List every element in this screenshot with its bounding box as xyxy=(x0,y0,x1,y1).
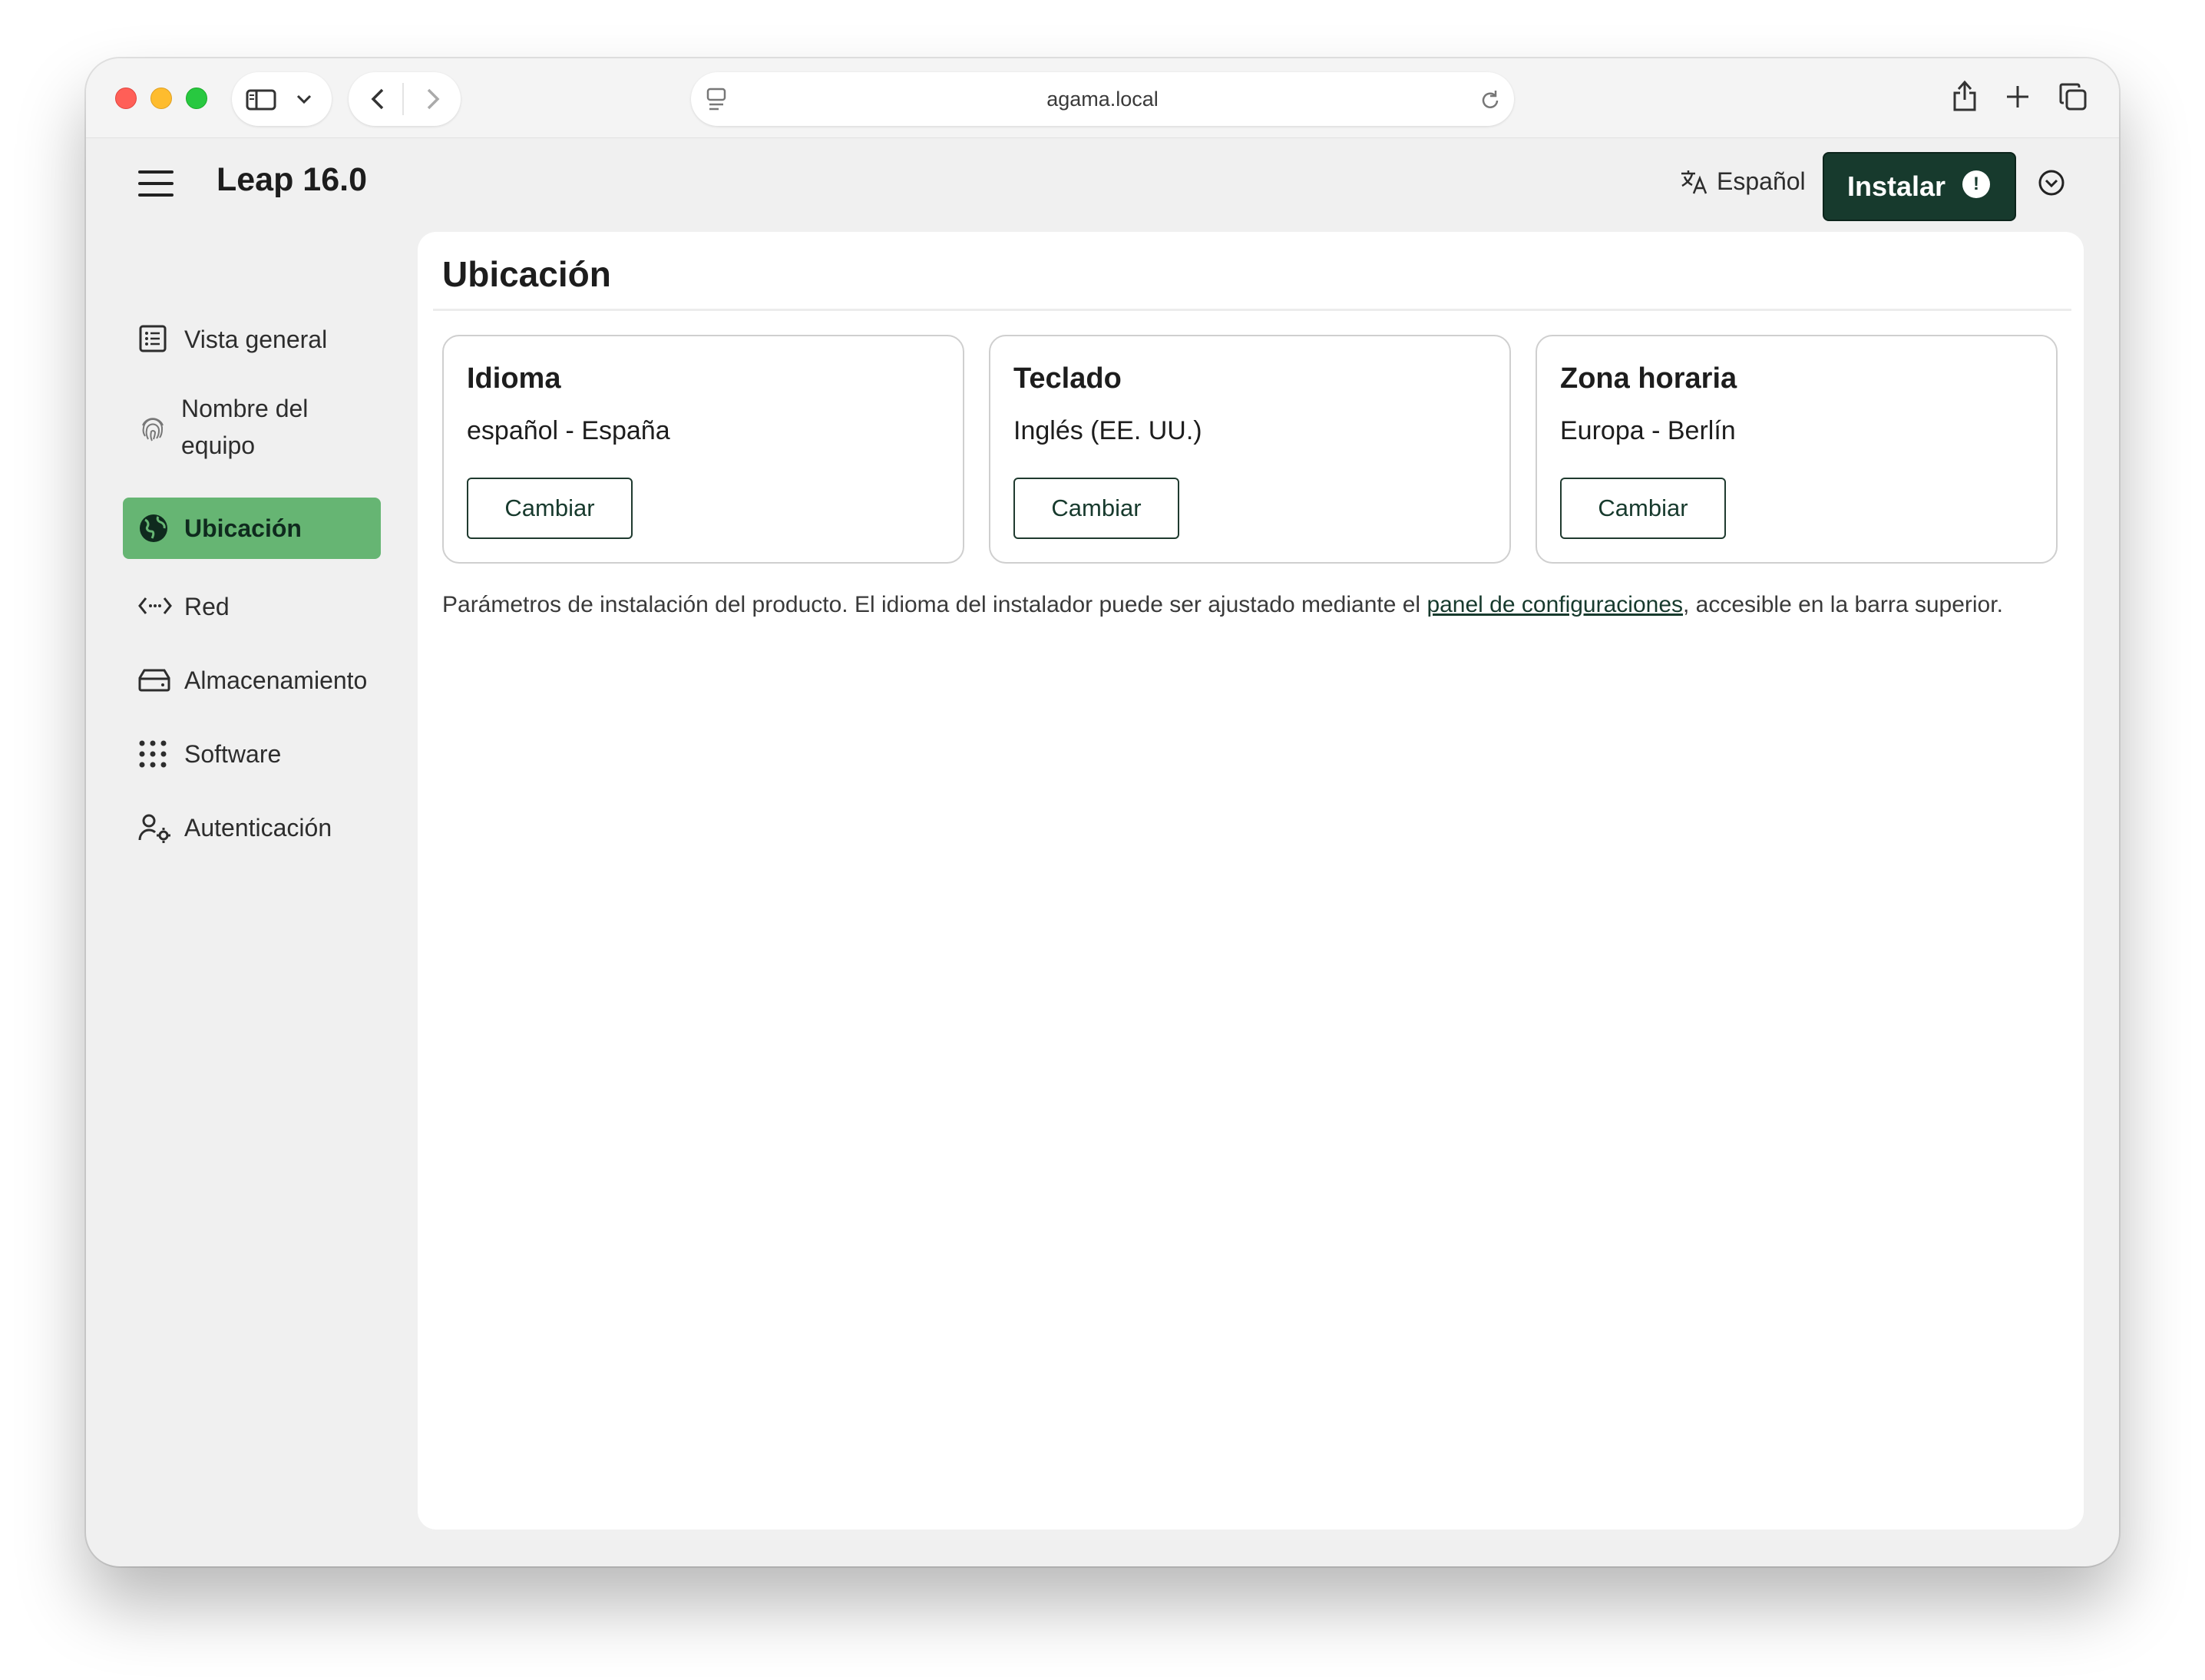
sidebar-item-storage[interactable]: Almacenamiento xyxy=(123,660,381,700)
card-value: español - España xyxy=(467,416,670,445)
apps-grid-icon xyxy=(138,739,167,769)
sidebar-item-label[interactable]: Almacenamiento xyxy=(184,662,367,699)
language-card: Idioma español - España Cambiar xyxy=(442,335,964,564)
change-timezone-button[interactable]: Cambiar xyxy=(1560,478,1726,539)
tab-overview-icon[interactable] xyxy=(2059,83,2087,111)
sidebar-item-software[interactable]: Software xyxy=(123,734,381,774)
zoom-window-button[interactable] xyxy=(186,88,207,109)
install-label[interactable]: Instalar xyxy=(1847,170,1945,203)
page-title: Ubicación xyxy=(442,254,611,294)
sidebar-item-label[interactable]: Software xyxy=(184,736,281,772)
nav-divider xyxy=(402,83,404,115)
warning-badge-icon: ! xyxy=(1962,170,1990,198)
installer-language-button[interactable]: Español xyxy=(1680,167,1806,196)
card-title: Zona horaria xyxy=(1560,362,1737,395)
install-button[interactable]: Instalar ! xyxy=(1823,152,2016,221)
share-icon[interactable] xyxy=(1952,80,1978,112)
minimize-window-button[interactable] xyxy=(150,88,172,109)
translate-icon xyxy=(1681,170,1707,193)
chevron-down-icon[interactable] xyxy=(296,94,312,104)
user-settings-icon xyxy=(138,812,172,843)
change-keyboard-button[interactable]: Cambiar xyxy=(1013,478,1179,539)
fingerprint-icon xyxy=(138,415,167,444)
url-text[interactable]: agama.local xyxy=(1046,88,1159,111)
sidebar-item-label[interactable]: Nombre del equipo xyxy=(181,390,335,464)
page-settings-icon[interactable] xyxy=(706,88,726,111)
menu-hamburger-icon[interactable] xyxy=(138,170,174,197)
product-title: Leap 16.0 xyxy=(217,161,367,198)
app-header: Leap 16.0 Español Instalar ! xyxy=(86,138,2119,230)
chevron-circle-down-icon xyxy=(2038,170,2065,196)
new-tab-icon[interactable] xyxy=(2005,84,2030,109)
settings-panel-link[interactable]: panel de configuraciones xyxy=(1426,592,1683,617)
keyboard-card: Teclado Inglés (EE. UU.) Cambiar xyxy=(989,335,1511,564)
sidebar-item-label[interactable]: Vista general xyxy=(184,321,327,358)
card-title: Teclado xyxy=(1013,362,1122,395)
sidebar-item-authentication[interactable]: Autenticación xyxy=(123,808,381,848)
options-toggle-button[interactable] xyxy=(2038,169,2065,197)
description-text-end: , accesible en la barra superior. xyxy=(1683,592,2003,617)
title-divider xyxy=(433,309,2071,311)
sidebar-item-network[interactable]: Red xyxy=(123,587,381,627)
language-label[interactable]: Español xyxy=(1717,167,1806,196)
card-value: Europa - Berlín xyxy=(1560,416,1736,445)
location-description: Parámetros de instalación del producto. … xyxy=(442,587,2055,623)
sidebar-item-location[interactable]: Ubicación xyxy=(123,498,381,559)
main-panel: Ubicación Idioma español - España Cambia… xyxy=(418,232,2084,1530)
card-value: Inglés (EE. UU.) xyxy=(1013,416,1202,445)
sidebar-item-overview[interactable]: Vista general xyxy=(123,319,381,359)
globe-icon xyxy=(138,513,169,544)
browser-toolbar: agama.local xyxy=(86,58,2119,138)
overview-list-icon xyxy=(138,324,167,353)
back-arrow-icon[interactable] xyxy=(370,88,385,111)
description-text: Parámetros de instalación del producto. … xyxy=(442,592,1427,617)
sidebar-item-label[interactable]: Autenticación xyxy=(184,809,332,846)
close-window-button[interactable] xyxy=(115,88,137,109)
browser-window: agama.local Leap 16.0 Español Instalar ! xyxy=(86,58,2119,1566)
forward-arrow-icon[interactable] xyxy=(425,88,441,111)
sidebar-item-label[interactable]: Red xyxy=(184,588,230,625)
sidebar-item-hostname[interactable]: Nombre del equipo xyxy=(123,390,381,467)
card-title: Idioma xyxy=(467,362,561,395)
timezone-card: Zona horaria Europa - Berlín Cambiar xyxy=(1536,335,2058,564)
change-language-button[interactable]: Cambiar xyxy=(467,478,633,539)
history-nav-group xyxy=(349,72,461,126)
reload-icon[interactable] xyxy=(1480,89,1500,111)
sidebar-item-label[interactable]: Ubicación xyxy=(184,510,302,547)
sidebar-icon[interactable] xyxy=(246,89,276,111)
network-code-icon xyxy=(138,596,172,616)
address-bar[interactable]: agama.local xyxy=(691,72,1514,126)
storage-drive-icon xyxy=(138,668,170,693)
sidebar-toggle-group[interactable] xyxy=(232,72,332,126)
